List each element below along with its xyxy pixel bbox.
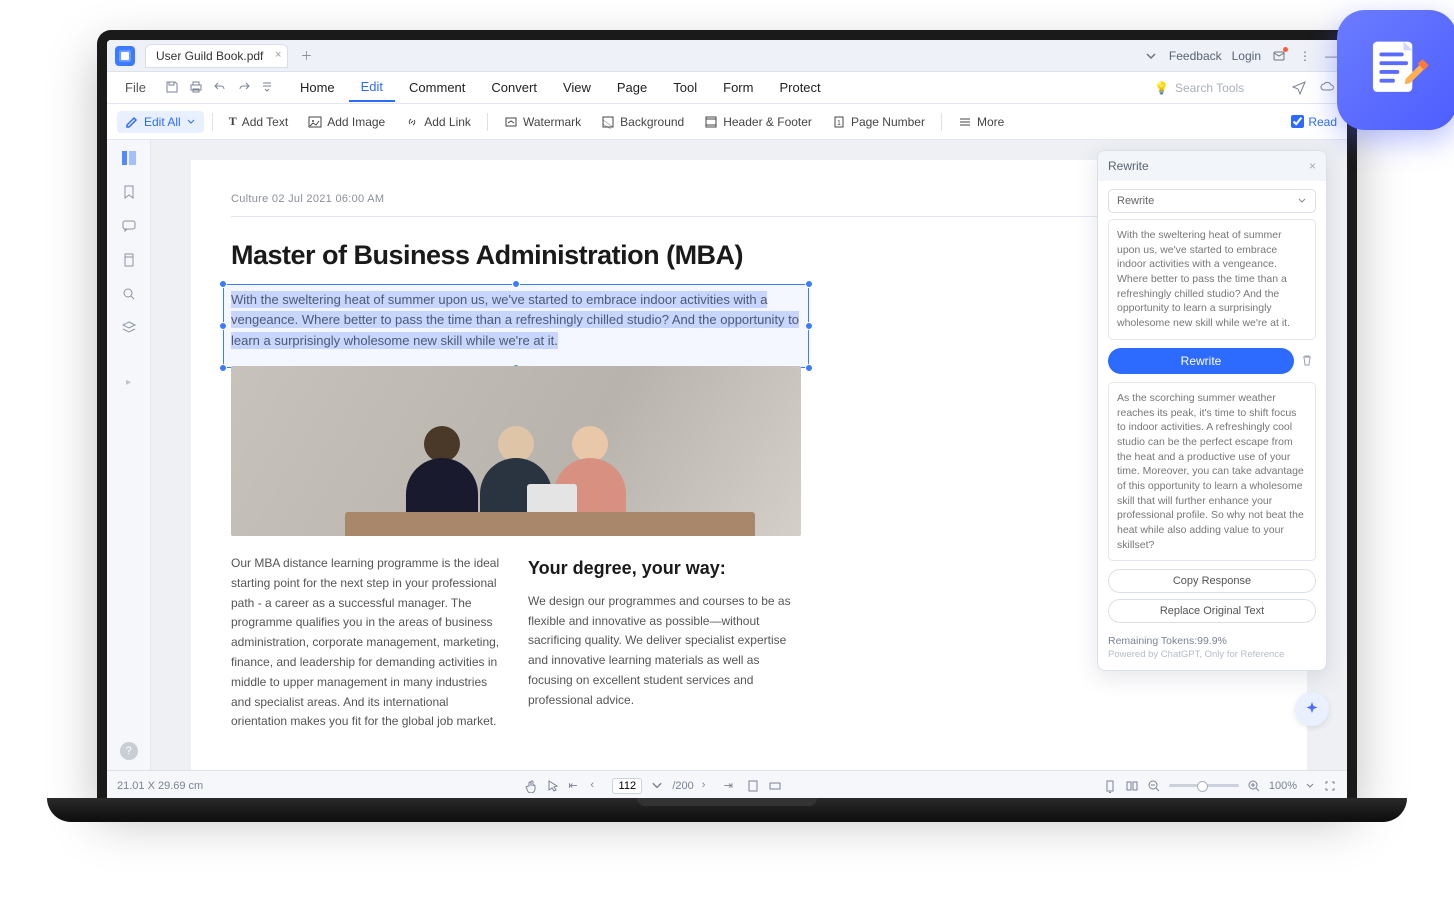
page-chevron-icon[interactable] [650, 779, 664, 793]
article-image [231, 366, 801, 536]
page-number-input[interactable] [612, 778, 642, 794]
close-tab-icon[interactable]: × [275, 49, 281, 61]
fit-page-icon[interactable] [746, 779, 760, 793]
add-link-button[interactable]: Add Link [397, 111, 479, 133]
tab-title: User Guild Book.pdf [156, 49, 263, 63]
replace-original-button[interactable]: Replace Original Text [1108, 599, 1316, 623]
notification-icon[interactable] [1271, 48, 1287, 64]
cloud-icon[interactable] [1319, 79, 1337, 97]
page-dimensions: 21.01 X 29.69 cm [117, 780, 203, 792]
document-canvas[interactable]: rate university with more thanng, innova… [151, 140, 1347, 770]
zoom-level[interactable]: 100% [1269, 780, 1297, 792]
page-total: /200 [672, 780, 693, 792]
hand-tool-icon[interactable] [524, 779, 538, 793]
panel-title: Rewrite [1108, 159, 1149, 173]
view-single-icon[interactable] [1103, 779, 1117, 793]
trash-icon[interactable] [1300, 353, 1316, 369]
more-menu-icon[interactable]: ⋮ [1297, 48, 1313, 64]
undo-icon[interactable] [212, 79, 230, 97]
first-page-icon[interactable]: ⇤ [568, 779, 582, 793]
page-number-button[interactable]: 1Page Number [824, 111, 933, 133]
thumbnails-icon[interactable] [119, 148, 139, 168]
rewrite-button[interactable]: Rewrite [1108, 348, 1294, 374]
dropdown-icon[interactable] [260, 79, 278, 97]
menu-home[interactable]: Home [288, 74, 347, 101]
menu-tool[interactable]: Tool [661, 74, 709, 101]
menu-convert[interactable]: Convert [479, 74, 549, 101]
zoom-in-icon[interactable] [1247, 779, 1261, 793]
feedback-link[interactable]: Feedback [1169, 49, 1222, 63]
help-icon[interactable]: ? [120, 742, 138, 760]
column-2-title: Your degree, your way: [528, 554, 801, 584]
chevron-down-icon[interactable] [1143, 48, 1159, 64]
column-2-text: We design our programmes and courses to … [528, 592, 801, 711]
edit-toolbar: Edit All TAdd Text Add Image Add Link Wa… [107, 104, 1347, 140]
left-sidebar: ▸ ? [107, 140, 151, 770]
add-text-button[interactable]: TAdd Text [221, 110, 297, 133]
panel-close-icon[interactable]: × [1309, 159, 1316, 173]
text-selection-box[interactable] [223, 284, 809, 368]
attachments-icon[interactable] [119, 250, 139, 270]
save-icon[interactable] [164, 79, 182, 97]
last-page-icon[interactable]: ⇥ [724, 779, 738, 793]
watermark-button[interactable]: Watermark [496, 111, 589, 133]
zoom-out-icon[interactable] [1147, 779, 1161, 793]
add-tab-button[interactable]: ＋ [294, 45, 318, 66]
rewrite-mode-select[interactable]: Rewrite [1108, 189, 1316, 213]
copy-response-button[interactable]: Copy Response [1108, 569, 1316, 593]
menubar: File Home Edit Comment Convert View Page… [107, 72, 1347, 104]
more-button[interactable]: More [950, 111, 1012, 133]
print-icon[interactable] [188, 79, 206, 97]
add-image-button[interactable]: Add Image [300, 111, 393, 133]
titlebar: User Guild Book.pdf × ＋ Feedback Login ⋮… [107, 40, 1347, 72]
menu-edit[interactable]: Edit [349, 73, 395, 102]
menu-comment[interactable]: Comment [397, 74, 477, 101]
search-icon[interactable] [119, 284, 139, 304]
svg-text:1: 1 [837, 120, 841, 127]
prev-page-icon[interactable]: ‹ [590, 779, 604, 793]
rewrite-input-box[interactable]: With the sweltering heat of summer upon … [1108, 219, 1316, 340]
file-menu[interactable]: File [117, 74, 154, 101]
powered-by-label: Powered by ChatGPT, Only for Reference [1098, 649, 1326, 670]
ai-fab-button[interactable] [1295, 692, 1329, 726]
app-brand-float-icon [1337, 10, 1454, 130]
comments-icon[interactable] [119, 216, 139, 236]
column-1-text: Our MBA distance learning programme is t… [231, 554, 504, 732]
menu-form[interactable]: Form [711, 74, 765, 101]
rewrite-output-box[interactable]: As the scorching summer weather reaches … [1108, 382, 1316, 562]
bulb-icon: 💡 [1154, 81, 1169, 95]
app-logo [115, 46, 135, 66]
header-footer-button[interactable]: Header & Footer [696, 111, 820, 133]
menu-view[interactable]: View [551, 74, 603, 101]
menu-protect[interactable]: Protect [767, 74, 832, 101]
statusbar: 21.01 X 29.69 cm ⇤ ‹ /200 › ⇥ 100% [107, 770, 1347, 800]
menu-page[interactable]: Page [605, 74, 659, 101]
document-tab[interactable]: User Guild Book.pdf × [145, 44, 288, 68]
bookmarks-icon[interactable] [119, 182, 139, 202]
select-tool-icon[interactable] [546, 779, 560, 793]
login-link[interactable]: Login [1232, 49, 1261, 63]
expand-icon[interactable]: ▸ [119, 372, 139, 392]
view-double-icon[interactable] [1125, 779, 1139, 793]
search-tools-input[interactable] [1175, 81, 1275, 95]
rewrite-panel: Rewrite × Rewrite With the sweltering he… [1097, 150, 1327, 671]
background-button[interactable]: Background [593, 111, 692, 133]
layers-icon[interactable] [119, 318, 139, 338]
send-icon[interactable] [1291, 79, 1309, 97]
fit-width-icon[interactable] [768, 779, 782, 793]
edit-all-button[interactable]: Edit All [117, 111, 204, 133]
zoom-chevron-icon[interactable] [1305, 781, 1315, 791]
next-page-icon[interactable]: › [702, 779, 716, 793]
zoom-slider[interactable] [1169, 784, 1239, 787]
redo-icon[interactable] [236, 79, 254, 97]
fullscreen-icon[interactable] [1323, 779, 1337, 793]
read-mode-toggle[interactable]: Read [1291, 115, 1337, 129]
tokens-remaining: Remaining Tokens:99.9% [1098, 629, 1326, 649]
